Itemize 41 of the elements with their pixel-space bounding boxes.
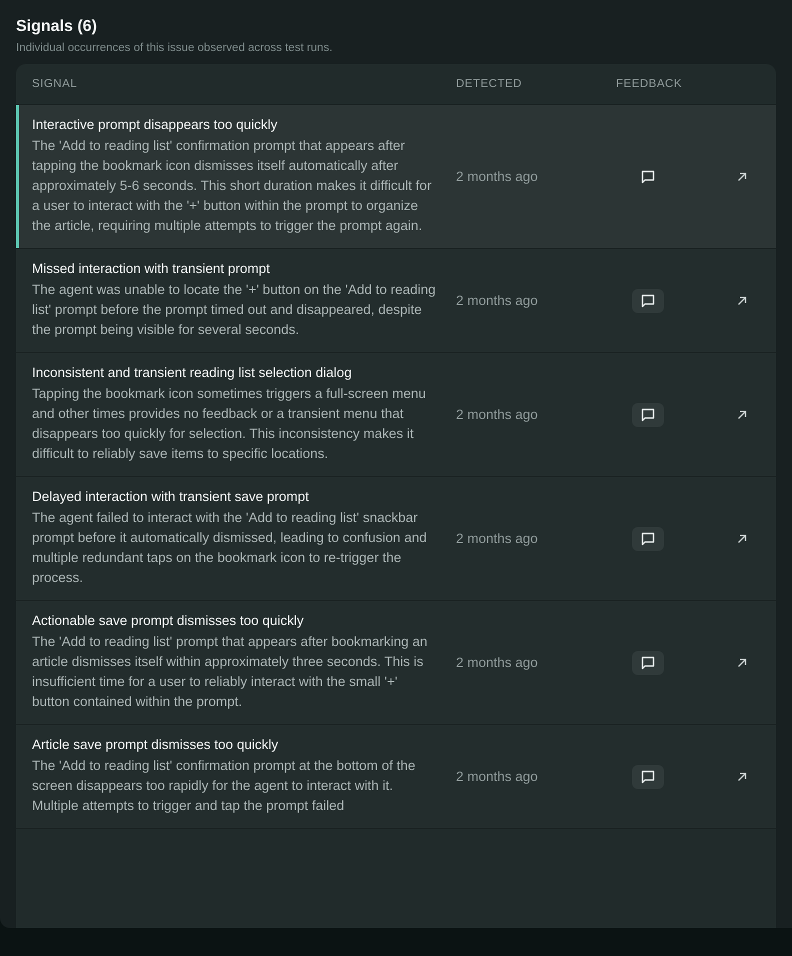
detected-time: 2 months ago: [456, 531, 539, 546]
signal-description: The 'Add to reading list' confirmation prompt that appears after tapping the bookmark icon dismisses itself automatically after approximately 5-6 seconds. This short duration makes it difficult for a user to interact with the '+' button within the prompt to organize the article, requiring multiple attempts to trigger the prompt again.: [32, 137, 432, 235]
signal-description: The agent was unable to locate the '+' button on the 'Add to reading list' prompt before the prompt timed out and disappeared, despite the prompt being visible for several seconds.: [32, 281, 436, 339]
signal-description: The 'Add to reading list' confirmation prompt at the bottom of the screen disappears too rapidly for the agent to interact with it. Multiple attempts to trigger and tap the prompt failed: [32, 757, 416, 815]
external-link-icon[interactable]: [736, 656, 748, 668]
column-header: DETECTED: [456, 78, 523, 90]
column-header: SIGNAL: [32, 78, 78, 90]
signal-title: Delayed interaction with transient save prompt: [32, 489, 310, 504]
signal-title: Actionable save prompt dismisses too quickly: [32, 613, 305, 628]
signal-title: Inconsistent and transient reading list selection dialog: [32, 365, 353, 380]
external-link-icon[interactable]: [736, 294, 748, 306]
section-subtitle: Individual occurrences of this issue observed across test runs.: [16, 42, 334, 54]
section-title: Signals (6): [16, 18, 98, 36]
message-icon: [640, 768, 656, 784]
feedback-button[interactable]: [632, 526, 664, 550]
feedback-button[interactable]: [632, 288, 664, 312]
feedback-button[interactable]: [632, 764, 664, 788]
detected-time: 2 months ago: [456, 293, 539, 308]
feedback-button[interactable]: [632, 650, 664, 674]
message-icon: [640, 292, 656, 308]
signal-title: Interactive prompt disappears too quickly: [32, 117, 278, 132]
external-link-icon[interactable]: [736, 770, 748, 782]
column-header: FEEDBACK: [616, 78, 683, 90]
feedback-button[interactable]: [632, 402, 664, 426]
detected-time: 2 months ago: [456, 769, 539, 784]
message-icon: [640, 654, 656, 670]
detected-time: 2 months ago: [456, 407, 539, 422]
message-icon: [640, 168, 656, 184]
signal-description: Tapping the bookmark icon sometimes triggers a full-screen menu and other times provides no feedback or a transient menu that disappears too quickly for selection. This inconsistency makes it difficult to reliably save items to specific locations.: [32, 385, 427, 463]
external-link-icon[interactable]: [736, 532, 748, 544]
message-icon: [640, 530, 656, 546]
signal-row[interactable]: [16, 105, 776, 249]
signal-description: The agent failed to interact with the 'Add to reading list' snackbar prompt before it automatically dismissed, leading to confusion and multiple redundant taps on the bookmark icon to re-trigger the process.: [32, 509, 428, 587]
detected-time: 2 months ago: [456, 655, 539, 670]
external-link-icon[interactable]: [736, 408, 748, 420]
detected-time: 2 months ago: [456, 169, 539, 184]
message-icon: [640, 406, 656, 422]
signal-title: Article save prompt dismisses too quickly: [32, 737, 280, 752]
external-link-icon[interactable]: [736, 170, 748, 182]
signal-description: The 'Add to reading list' prompt that appears after bookmarking an article dismisses itself within approximately three seconds. This is insufficient time for a user to reliably interact with the small '+' button contained within the prompt.: [32, 633, 428, 711]
signal-title: Missed interaction with transient prompt: [32, 261, 271, 276]
